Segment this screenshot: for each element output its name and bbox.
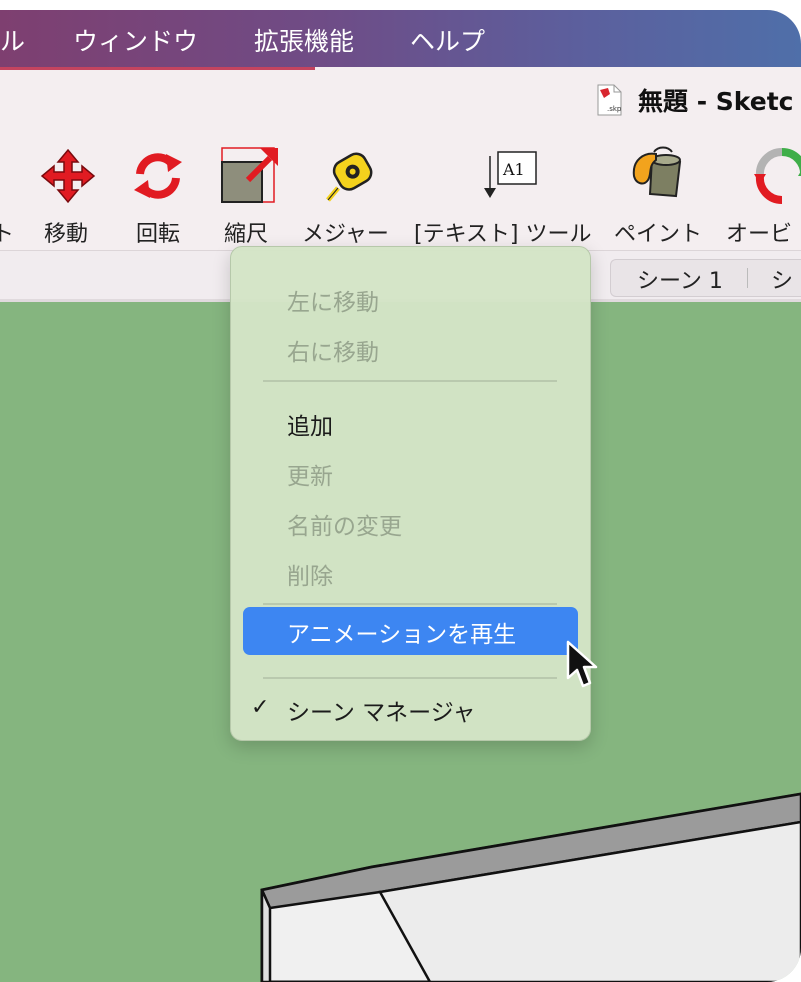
- scene-tab-separator: [747, 268, 748, 288]
- checkmark-icon: ✓: [251, 695, 270, 720]
- menu-item-partial[interactable]: ル: [0, 22, 25, 58]
- text-tool-icon: A1: [484, 151, 537, 198]
- title-bar: .skp 無題 - Sketc: [0, 70, 801, 132]
- paint-bucket-icon: [632, 146, 682, 198]
- menu-item-extensions[interactable]: 拡張機能: [254, 22, 354, 58]
- scene-context-menu: 左に移動 右に移動 追加 更新 名前の変更 削除 アニメーションを再生 ✓ シー…: [230, 246, 591, 741]
- move-tool-label: 移動: [44, 222, 89, 247]
- menu-item-help[interactable]: ヘルプ: [410, 22, 485, 58]
- move-icon: [40, 148, 96, 204]
- tape-measure-tool-label: メジャー: [302, 222, 389, 247]
- skp-file-icon: .skp: [597, 84, 622, 116]
- orbit-icon: [754, 147, 801, 205]
- menu-separator: [263, 380, 557, 382]
- rotate-icon: [134, 153, 182, 199]
- menu-item-move-right: 右に移動: [287, 340, 379, 366]
- menu-item-play-animation-label: アニメーションを再生: [287, 622, 517, 648]
- menu-item-window[interactable]: ウィンドウ: [73, 22, 198, 58]
- menu-item-delete: 削除: [287, 564, 333, 590]
- text-tool-icon-label: A1: [502, 160, 525, 179]
- window-title: 無題 - Sketc: [638, 87, 794, 116]
- toolbar: ト 移動 回転 縮尺 メジャー A1 [テキスト] ツール ペイント オービ: [0, 132, 801, 250]
- rotate-tool-label: 回転: [136, 222, 181, 247]
- menu-separator: [263, 603, 557, 605]
- text-tool-label: [テキスト] ツール: [414, 222, 592, 247]
- scale-icon: [221, 147, 278, 203]
- tool-label-partial: ト: [0, 222, 15, 247]
- scale-tool-label: 縮尺: [224, 222, 269, 247]
- menu-bar: ル ウィンドウ 拡張機能 ヘルプ: [0, 10, 801, 67]
- menu-item-update: 更新: [287, 464, 333, 490]
- menu-item-play-animation[interactable]: アニメーションを再生: [243, 607, 578, 655]
- mouse-cursor-icon: [566, 640, 598, 688]
- scene-tab-2[interactable]: シ: [771, 263, 793, 295]
- menu-item-move-left: 左に移動: [287, 290, 379, 316]
- paint-tool-label: ペイント: [614, 222, 703, 247]
- scene-tab-1[interactable]: シーン 1: [637, 263, 723, 295]
- menu-item-scene-manager[interactable]: シーン マネージャ: [287, 693, 476, 727]
- file-badge: .skp: [607, 105, 622, 113]
- menu-item-rename: 名前の変更: [287, 514, 402, 540]
- scene-tab-group: シーン 1 シ: [610, 259, 801, 297]
- menu-separator: [263, 677, 557, 679]
- tape-measure-icon: [326, 152, 373, 202]
- orbit-tool-label: オービ: [726, 222, 793, 247]
- menu-item-add[interactable]: 追加: [287, 407, 333, 441]
